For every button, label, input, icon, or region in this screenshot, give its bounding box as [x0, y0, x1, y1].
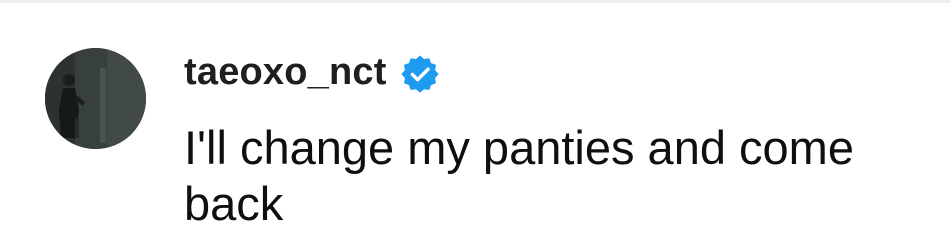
top-divider	[0, 0, 951, 3]
verified-badge-icon	[401, 54, 439, 93]
username[interactable]: taeoxo_nct	[184, 52, 387, 92]
username-row: taeoxo_nct	[184, 52, 924, 93]
comment-item: taeoxo_nct I'll change my panties and co…	[45, 48, 924, 232]
avatar-photo	[45, 48, 146, 149]
comment-text: I'll change my panties and come back	[184, 121, 854, 230]
comment-body: taeoxo_nct I'll change my panties and co…	[184, 52, 924, 232]
avatar[interactable]	[45, 48, 146, 149]
